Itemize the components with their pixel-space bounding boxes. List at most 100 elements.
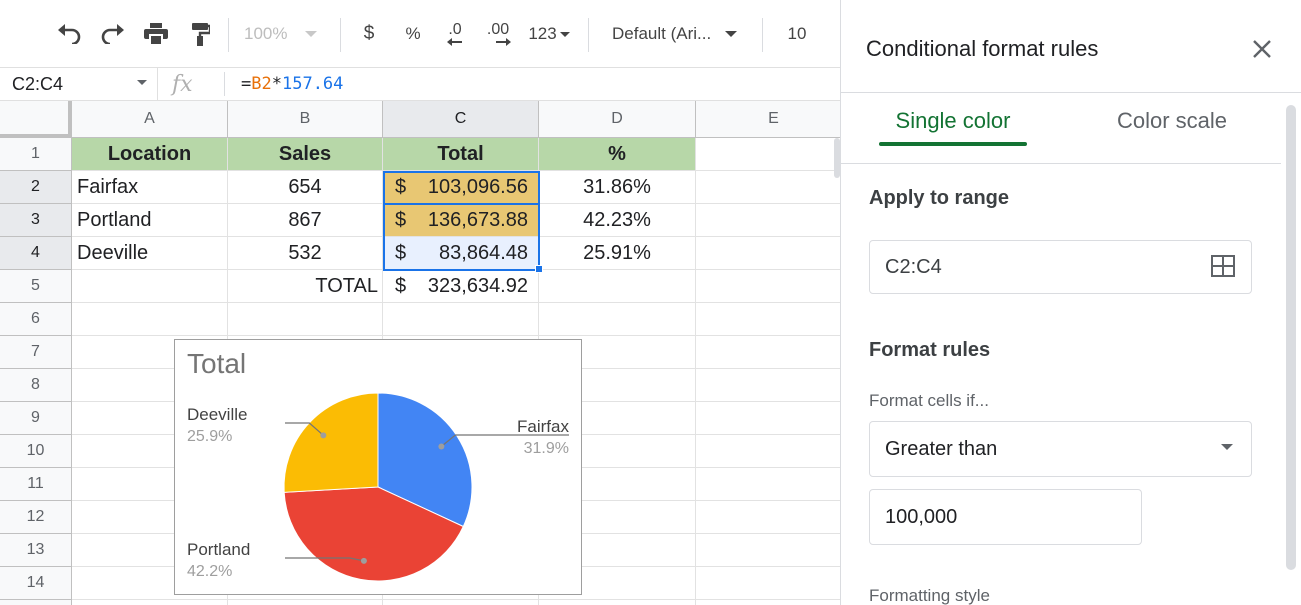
zoom-value: 100% [244,24,288,43]
cell-a4[interactable]: Deeville [72,237,228,270]
cell-d4[interactable]: 25.91% [539,237,696,270]
cell-e12[interactable] [696,501,840,534]
row-header-2[interactable]: 2 [0,171,72,204]
cell-c1[interactable]: Total [383,138,539,171]
cell-e5[interactable] [696,270,840,303]
cell-a15[interactable] [72,600,228,605]
column-header-e[interactable]: E [696,101,840,138]
cell-c4[interactable]: $ 83,864.48 [383,237,539,270]
fill-handle[interactable] [535,265,543,273]
row-header-9[interactable]: 9 [0,402,72,435]
panel-scrollbar[interactable] [1286,105,1296,570]
cell-b6[interactable] [228,303,383,336]
range-value: C2:C4 [885,255,942,278]
cell-a5[interactable] [72,270,228,303]
cell-a6[interactable] [72,303,228,336]
cell-c3[interactable]: $ 136,673.88 [383,204,539,237]
font-select[interactable]: Default (Ari... [612,14,752,54]
cell-e7[interactable] [696,336,840,369]
increase-decimal-button[interactable]: .00 [480,14,516,54]
value-text: 100,000 [885,505,958,528]
cell-e3[interactable] [696,204,840,237]
formula-bar: C2:C4 fx = B2 * 157.64 [0,67,840,101]
toolbar-divider [340,18,341,52]
cell-b3[interactable]: 867 [228,204,383,237]
cell-a2[interactable]: Fairfax [72,171,228,204]
cell-d1[interactable]: % [539,138,696,171]
name-box[interactable]: C2:C4 [0,68,158,100]
cell-b5[interactable]: TOTAL [228,270,383,303]
row-header-13[interactable]: 13 [0,534,72,567]
cell-e15[interactable] [696,600,840,605]
cell-e2[interactable] [696,171,840,204]
cell-b1[interactable]: Sales [228,138,383,171]
row-header-12[interactable]: 12 [0,501,72,534]
row-header-15[interactable] [0,600,72,605]
cell-c6[interactable] [383,303,539,336]
more-formats-button[interactable]: 123 [524,14,574,54]
row-header-11[interactable]: 11 [0,468,72,501]
cell-b2[interactable]: 654 [228,171,383,204]
redo-icon[interactable] [96,14,130,54]
arrow-right-icon [496,38,511,46]
print-icon[interactable] [140,14,172,54]
cell-c2[interactable]: $ 103,096.56 [383,171,539,204]
formula-operator: * [271,74,282,94]
undo-icon[interactable] [52,14,86,54]
cell-e10[interactable] [696,435,840,468]
chevron-down-icon [305,31,318,37]
cell-a1[interactable]: Location [72,138,228,171]
zoom-select[interactable]: 100% [244,14,334,54]
cell-d3[interactable]: 42.23% [539,204,696,237]
cell-b4[interactable]: 532 [228,237,383,270]
row-header-8[interactable]: 8 [0,369,72,402]
column-header-a[interactable]: A [72,101,228,138]
toolbar-divider [588,18,589,52]
currency-format-button[interactable]: $ [356,14,382,54]
cell-e1[interactable] [696,138,840,171]
pie-slice-deeville[interactable] [283,392,379,493]
select-all-corner[interactable] [0,101,72,138]
panel-title: Conditional format rules [866,36,1099,61]
cell-d2[interactable]: 31.86% [539,171,696,204]
cell-d6[interactable] [539,303,696,336]
cell-a3[interactable]: Portland [72,204,228,237]
row-header-14[interactable]: 14 [0,567,72,600]
cell-e14[interactable] [696,567,840,600]
select-range-icon[interactable] [1211,255,1235,283]
percent-format-button[interactable]: % [400,14,426,54]
row-header-3[interactable]: 3 [0,204,72,237]
close-icon[interactable] [1251,38,1273,60]
range-input[interactable]: C2:C4 [869,240,1252,294]
pie-chart[interactable]: Total Fairfax 31.9% Portland 42.2% Deeville 2… [174,339,582,595]
row-header-6[interactable]: 6 [0,303,72,336]
row-header-10[interactable]: 10 [0,435,72,468]
cell-e8[interactable] [696,369,840,402]
decrease-decimal-button[interactable]: .0 [438,14,472,54]
cell-c5[interactable]: $ 323,634.92 [383,270,539,303]
cell-e4[interactable] [696,237,840,270]
font-size-select[interactable]: 10 [780,14,814,54]
cell-d15[interactable] [539,600,696,605]
value-input[interactable]: 100,000 [869,489,1142,545]
cell-e6[interactable] [696,303,840,336]
condition-select[interactable]: Greater than [869,421,1252,477]
formula-input[interactable]: = B2 * 157.64 [241,68,343,100]
cell-c15[interactable] [383,600,539,605]
cell-d5[interactable] [539,270,696,303]
column-header-d[interactable]: D [539,101,696,138]
formula-equals: = [241,74,252,94]
column-header-c[interactable]: C [383,101,539,138]
row-header-1[interactable]: 1 [0,138,72,171]
cell-b15[interactable] [228,600,383,605]
row-header-7[interactable]: 7 [0,336,72,369]
cell-e9[interactable] [696,402,840,435]
column-header-b[interactable]: B [228,101,383,138]
tab-color-scale[interactable]: Color scale [1099,108,1245,148]
cell-e13[interactable] [696,534,840,567]
paint-format-icon[interactable] [184,14,216,54]
row-header-5[interactable]: 5 [0,270,72,303]
leader-dot-fairfax [438,443,445,450]
cell-e11[interactable] [696,468,840,501]
row-header-4[interactable]: 4 [0,237,72,270]
